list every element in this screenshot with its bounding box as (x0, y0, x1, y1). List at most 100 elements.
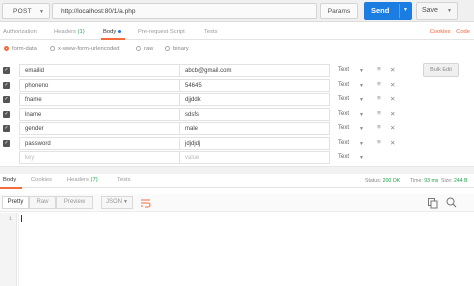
time-value: 93 ms (424, 178, 439, 184)
chevron-down-icon[interactable]: ▼ (359, 112, 364, 118)
checkbox[interactable]: ✓ (3, 125, 10, 132)
menu-icon[interactable]: ≡ (377, 124, 381, 131)
params-button[interactable]: Params (320, 3, 358, 19)
value-input[interactable]: djjddk (179, 93, 330, 106)
save-button[interactable]: Save ▼ (416, 2, 458, 20)
close-icon[interactable]: ✕ (390, 124, 395, 132)
type-select[interactable]: Text (338, 96, 349, 102)
key-input[interactable]: phoneno (19, 78, 180, 92)
close-icon[interactable]: ✕ (390, 139, 395, 147)
tab-response-tests[interactable]: Tests (117, 177, 131, 183)
value-input[interactable]: sdsfs (179, 107, 330, 121)
code-link[interactable]: Code (456, 29, 470, 35)
radio-x-www-form-urlencoded[interactable]: x-www-form-urlencoded (50, 46, 120, 52)
key-input[interactable]: key (19, 151, 180, 164)
checkbox[interactable]: ✓ (3, 139, 10, 147)
size-readout: Size: 244 B (441, 178, 468, 184)
tab-label: Tests (204, 29, 218, 35)
chevron-down-icon: ▼ (39, 9, 44, 15)
radio-label: raw (144, 46, 154, 52)
response-editor[interactable]: 1 (0, 213, 474, 286)
method-select[interactable]: POST ▼ (2, 3, 50, 19)
value-text: jdjdjdj (185, 140, 201, 147)
close-icon[interactable]: ✕ (390, 81, 395, 89)
bulk-edit-button[interactable]: Bulk Edit (423, 63, 459, 77)
type-select[interactable]: Text (338, 111, 349, 117)
type-select[interactable]: Text (338, 67, 349, 73)
close-icon[interactable]: ✕ (390, 95, 395, 103)
value-input[interactable]: jdjdjdj (179, 136, 330, 150)
wrap-lines-icon[interactable] (140, 198, 151, 208)
menu-icon[interactable]: ≡ (377, 95, 381, 102)
tab-response-body[interactable]: Body (3, 177, 16, 183)
url-input[interactable]: http://localhost:80/1/a.php (52, 3, 317, 19)
value-input[interactable]: value (179, 151, 330, 164)
tab-pre-request-script[interactable]: Pre-request Script (138, 29, 185, 35)
tab-tests[interactable]: Tests (204, 29, 218, 35)
tab-authorization[interactable]: Authorization (3, 29, 37, 35)
tab-response-cookies[interactable]: Cookies (31, 177, 52, 183)
checkbox[interactable]: ✓ (3, 110, 10, 118)
value-input[interactable]: abcb@gmail.com (179, 64, 330, 77)
chevron-down-icon[interactable]: ▼ (359, 83, 364, 89)
key-input[interactable]: emailid (19, 64, 180, 77)
key-input[interactable]: lname (19, 107, 180, 121)
tab-label: Body (103, 29, 117, 35)
chevron-down-icon[interactable]: ▼ (359, 141, 364, 147)
radio-form-data[interactable]: form-data (4, 46, 37, 52)
chevron-down-icon[interactable]: ▼ (403, 7, 408, 13)
key-text: gender (25, 126, 44, 132)
tab-label: Authorization (3, 29, 37, 35)
cookies-code-links: Cookies Code (430, 29, 470, 35)
chevron-down-icon[interactable]: ▼ (359, 97, 364, 103)
type-select[interactable]: Text (338, 140, 349, 146)
editor-content[interactable] (18, 213, 458, 286)
key-input[interactable]: password (19, 136, 180, 150)
chevron-down-icon[interactable]: ▼ (447, 8, 452, 14)
key-input[interactable]: fname (19, 93, 180, 106)
menu-icon[interactable]: ≡ (377, 110, 381, 117)
type-select[interactable]: Text (338, 82, 349, 88)
table-row: ✓ password jdjdjdj Text ▼ ≡ ✕ (0, 136, 420, 151)
menu-icon[interactable]: ≡ (377, 66, 381, 73)
radio-binary[interactable]: binary (165, 46, 189, 52)
tab-headers[interactable]: Headers (1) (54, 29, 85, 35)
key-input[interactable]: gender (19, 122, 180, 135)
body-mode-group: form-data x-www-form-urlencoded raw bina… (0, 44, 474, 56)
checkbox[interactable]: ✓ (3, 81, 10, 89)
tab-label: Headers (67, 177, 89, 183)
radio-raw[interactable]: raw (136, 46, 153, 52)
copy-icon[interactable] (428, 198, 438, 209)
checkbox[interactable]: ✓ (3, 67, 10, 74)
value-placeholder: value (185, 155, 200, 161)
close-icon[interactable]: ✕ (390, 110, 395, 118)
send-button[interactable]: Send ▼ (364, 2, 412, 20)
type-select[interactable]: Text (338, 154, 349, 160)
value-input[interactable]: 54645 (179, 78, 330, 92)
line-number: 1 (8, 215, 12, 222)
line-gutter: 1 (0, 213, 17, 286)
table-row: ✓ phoneno 54645 Text ▼ ≡ ✕ (0, 78, 420, 93)
preview-button[interactable]: Preview (56, 196, 93, 209)
chevron-down-icon[interactable]: ▼ (359, 155, 364, 161)
radio-label: form-data (12, 46, 37, 52)
menu-icon[interactable]: ≡ (377, 139, 381, 146)
tab-body[interactable]: Body (103, 29, 122, 35)
value-input[interactable]: male (179, 122, 330, 135)
table-row-new: key value Text ▼ (0, 150, 420, 165)
send-label: Send (371, 6, 390, 15)
value-text: abcb@gmail.com (185, 68, 232, 74)
checkbox[interactable]: ✓ (3, 96, 10, 103)
pretty-button[interactable]: Pretty (2, 196, 29, 209)
raw-button[interactable]: Raw (29, 196, 56, 209)
search-icon[interactable] (446, 197, 457, 208)
cookies-link[interactable]: Cookies (430, 29, 451, 35)
format-select[interactable]: JSON ▼ (101, 196, 133, 209)
tab-response-headers[interactable]: Headers (7) (67, 177, 98, 183)
type-select[interactable]: Text (338, 125, 349, 131)
close-icon[interactable]: ✕ (390, 66, 395, 74)
time-label: Time: (410, 178, 423, 184)
menu-icon[interactable]: ≡ (377, 81, 381, 88)
chevron-down-icon[interactable]: ▼ (359, 68, 364, 74)
chevron-down-icon[interactable]: ▼ (359, 126, 364, 132)
